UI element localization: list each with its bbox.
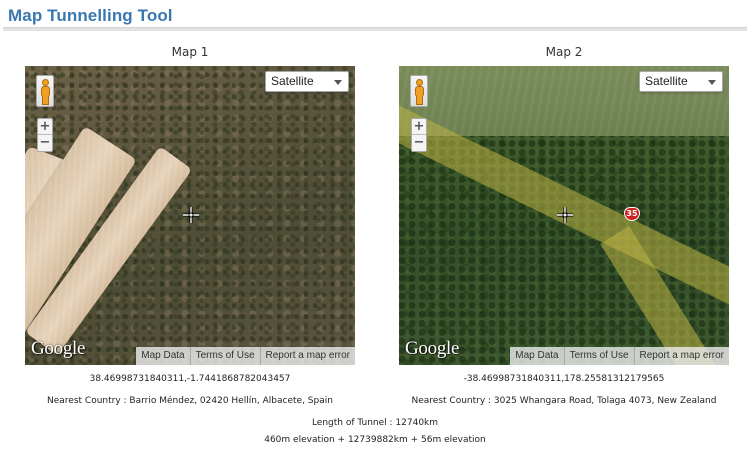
map-2-canvas[interactable]: + − Satellite 35 Google Map Data Terms o… <box>399 66 729 365</box>
page-title: Map Tunnelling Tool <box>8 6 173 25</box>
map-data-link[interactable]: Map Data <box>510 347 563 365</box>
map-2-column: Map 2 + − Satellite 35 Google Map Data T… <box>399 44 729 365</box>
map-1-column: Map 1 + − Satellite Google Map Data Term… <box>25 44 355 365</box>
zoom-out-icon[interactable]: − <box>38 135 52 151</box>
google-logo: Google <box>31 338 86 359</box>
pegman-icon[interactable] <box>36 75 54 107</box>
map-2-nearest-location: Nearest Country : 3025 Whangara Road, To… <box>411 396 717 406</box>
map-1-label: Map 1 <box>171 45 209 59</box>
map-1-coordinates: 38.46998731840311,-1.7441868782043457 <box>89 374 291 384</box>
map-type-label: Satellite <box>645 74 688 88</box>
crosshair-icon <box>183 207 199 223</box>
dropdown-caret-icon <box>334 80 342 85</box>
title-divider <box>3 27 747 31</box>
dropdown-caret-icon <box>708 80 716 85</box>
tunnel-elevation: 460m elevation + 12739882km + 56m elevat… <box>264 435 486 445</box>
map-1-nearest-location: Nearest Country : Barrio Méndez, 02420 H… <box>47 396 333 406</box>
map-2-label: Map 2 <box>545 45 583 59</box>
map-attribution: Map Data Terms of Use Report a map error <box>136 347 355 365</box>
google-logo: Google <box>405 338 460 359</box>
tunnel-length: Length of Tunnel : 12740km <box>311 418 439 428</box>
map-type-label: Satellite <box>271 74 314 88</box>
map-type-select[interactable]: Satellite <box>265 71 349 92</box>
zoom-control: + − <box>411 118 427 152</box>
terms-of-use-link[interactable]: Terms of Use <box>563 347 634 365</box>
map-attribution: Map Data Terms of Use Report a map error <box>510 347 729 365</box>
map-2-coordinates: -38.46998731840311,178.25581312179565 <box>463 374 665 384</box>
report-map-error-link[interactable]: Report a map error <box>259 347 355 365</box>
map-data-link[interactable]: Map Data <box>136 347 189 365</box>
crosshair-icon <box>557 207 573 223</box>
terms-of-use-link[interactable]: Terms of Use <box>189 347 260 365</box>
map-1-canvas[interactable]: + − Satellite Google Map Data Terms of U… <box>25 66 355 365</box>
zoom-control: + − <box>37 118 53 152</box>
report-map-error-link[interactable]: Report a map error <box>633 347 729 365</box>
zoom-in-icon[interactable]: + <box>412 119 426 135</box>
zoom-out-icon[interactable]: − <box>412 135 426 151</box>
pegman-icon[interactable] <box>410 75 428 107</box>
map-type-select[interactable]: Satellite <box>639 71 723 92</box>
zoom-in-icon[interactable]: + <box>38 119 52 135</box>
